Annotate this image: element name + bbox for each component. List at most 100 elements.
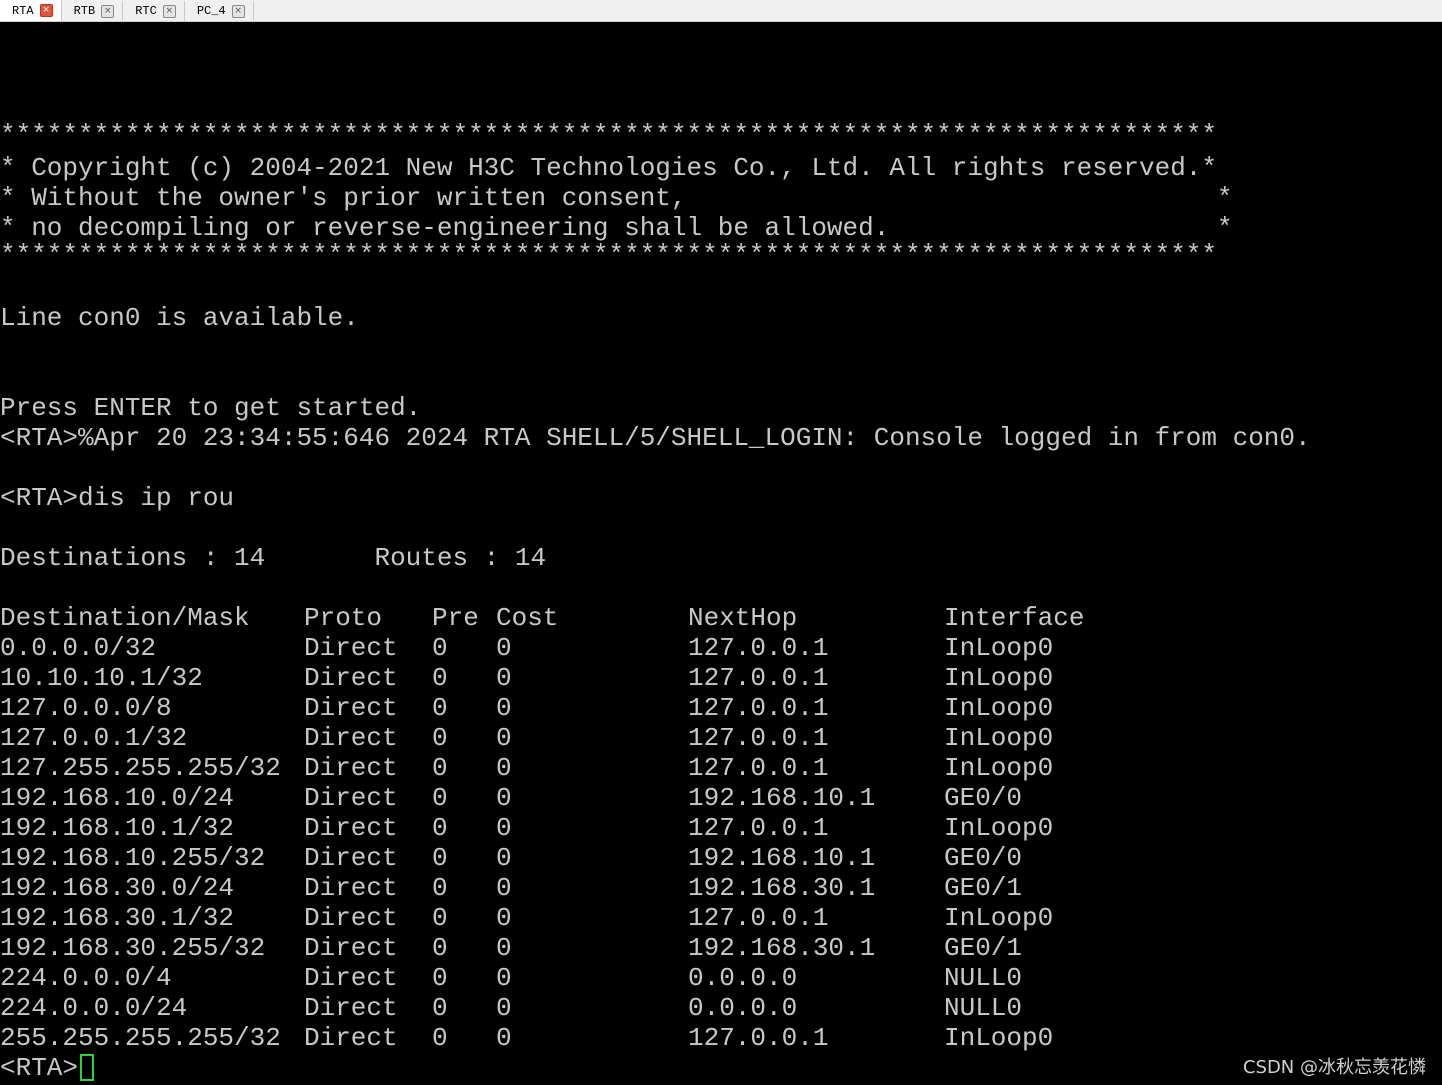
route-cell-cost: 0 bbox=[496, 813, 512, 843]
route-cell-interface: GE0/1 bbox=[944, 873, 1023, 903]
route-cell-pre: 0 bbox=[432, 993, 448, 1023]
route-cell-proto: Direct bbox=[304, 633, 398, 663]
route-cell-proto: Direct bbox=[304, 843, 398, 873]
close-icon[interactable]: × bbox=[162, 4, 176, 18]
route-cell-nexthop: 127.0.0.1 bbox=[688, 723, 829, 753]
route-cell-nexthop: 0.0.0.0 bbox=[688, 993, 798, 1023]
route-cell-cost: 0 bbox=[496, 993, 512, 1023]
banner-border-top: ****************************************… bbox=[0, 120, 1217, 150]
route-cell-nexthop: 192.168.10.1 bbox=[688, 783, 876, 813]
banner-line-consent: * Without the owner's prior written cons… bbox=[0, 183, 1233, 213]
command-line: <RTA>dis ip rou bbox=[0, 483, 235, 513]
route-cell-pre: 0 bbox=[432, 783, 448, 813]
route-cell-destination: 127.0.0.0/8 bbox=[0, 693, 172, 723]
close-icon[interactable]: × bbox=[231, 4, 245, 18]
route-cell-destination: 192.168.10.0/24 bbox=[0, 783, 235, 813]
route-summary: Destinations : 14 Routes : 14 bbox=[0, 543, 547, 573]
route-cell-nexthop: 0.0.0.0 bbox=[688, 963, 798, 993]
watermark: CSDN @冰秋忘羡花憐 bbox=[1242, 1057, 1426, 1078]
route-cell-pre: 0 bbox=[432, 753, 448, 783]
route-cell-interface: NULL0 bbox=[944, 993, 1023, 1023]
route-cell-pre: 0 bbox=[432, 873, 448, 903]
route-cell-cost: 0 bbox=[496, 873, 512, 903]
route-cell-nexthop: 192.168.30.1 bbox=[688, 933, 876, 963]
route-cell-cost: 0 bbox=[496, 1023, 512, 1053]
route-cell-nexthop: 127.0.0.1 bbox=[688, 753, 829, 783]
route-cell-proto: Direct bbox=[304, 783, 398, 813]
route-cell-interface: InLoop0 bbox=[944, 903, 1054, 933]
route-cell-cost: 0 bbox=[496, 843, 512, 873]
route-cell-cost: 0 bbox=[496, 693, 512, 723]
login-log-message: <RTA>%Apr 20 23:34:55:646 2024 RTA SHELL… bbox=[0, 423, 1311, 453]
route-cell-destination: 255.255.255.255/32 bbox=[0, 1023, 281, 1053]
route-cell-proto: Direct bbox=[304, 963, 398, 993]
route-cell-proto: Direct bbox=[304, 813, 398, 843]
line-available: Line con0 is available. bbox=[0, 303, 359, 333]
header-nexthop: NextHop bbox=[688, 603, 798, 633]
route-cell-proto: Direct bbox=[304, 873, 398, 903]
cli-prompt: <RTA> bbox=[0, 1053, 79, 1083]
route-cell-proto: Direct bbox=[304, 693, 398, 723]
route-cell-cost: 0 bbox=[496, 933, 512, 963]
route-cell-destination: 192.168.30.0/24 bbox=[0, 873, 235, 903]
tab-label: PC_4 bbox=[196, 4, 226, 18]
route-cell-nexthop: 127.0.0.1 bbox=[688, 903, 829, 933]
route-cell-destination: 192.168.30.1/32 bbox=[0, 903, 235, 933]
route-cell-pre: 0 bbox=[432, 723, 448, 753]
tab-bar: RTA × RTB × RTC × PC_4 × bbox=[0, 0, 1442, 22]
route-cell-pre: 0 bbox=[432, 813, 448, 843]
text-cursor[interactable] bbox=[80, 1054, 94, 1081]
route-cell-pre: 0 bbox=[432, 1023, 448, 1053]
close-icon[interactable]: × bbox=[39, 4, 53, 17]
route-cell-proto: Direct bbox=[304, 723, 398, 753]
tab-rtc[interactable]: RTC × bbox=[123, 1, 185, 21]
route-cell-interface: InLoop0 bbox=[944, 1023, 1054, 1053]
terminal-console[interactable]: ****************************************… bbox=[0, 22, 1442, 1085]
route-cell-proto: Direct bbox=[304, 663, 398, 693]
route-cell-interface: GE0/0 bbox=[944, 783, 1023, 813]
banner-line-decompile: * no decompiling or reverse-engineering … bbox=[0, 213, 1233, 243]
tab-label: RTB bbox=[73, 4, 96, 18]
route-cell-cost: 0 bbox=[496, 963, 512, 993]
press-enter-text: Press ENTER to get started. bbox=[0, 393, 422, 423]
route-cell-nexthop: 127.0.0.1 bbox=[688, 1023, 829, 1053]
route-cell-destination: 10.10.10.1/32 bbox=[0, 663, 203, 693]
route-cell-nexthop: 127.0.0.1 bbox=[688, 633, 829, 663]
route-cell-cost: 0 bbox=[496, 723, 512, 753]
route-cell-destination: 224.0.0.0/24 bbox=[0, 993, 188, 1023]
tab-rta[interactable]: RTA × bbox=[0, 0, 62, 21]
route-cell-pre: 0 bbox=[432, 963, 448, 993]
route-cell-pre: 0 bbox=[432, 843, 448, 873]
route-cell-interface: NULL0 bbox=[944, 963, 1023, 993]
route-cell-pre: 0 bbox=[432, 633, 448, 663]
header-interface: Interface bbox=[944, 603, 1085, 633]
tab-rtb[interactable]: RTB × bbox=[62, 1, 124, 21]
route-cell-cost: 0 bbox=[496, 663, 512, 693]
route-cell-interface: GE0/0 bbox=[944, 843, 1023, 873]
route-cell-nexthop: 127.0.0.1 bbox=[688, 813, 829, 843]
route-cell-interface: InLoop0 bbox=[944, 723, 1054, 753]
route-cell-pre: 0 bbox=[432, 693, 448, 723]
header-destination: Destination/Mask bbox=[0, 603, 250, 633]
tab-label: RTC bbox=[135, 4, 157, 18]
route-cell-destination: 192.168.30.255/32 bbox=[0, 933, 266, 963]
route-cell-pre: 0 bbox=[432, 663, 448, 693]
route-cell-destination: 192.168.10.1/32 bbox=[0, 813, 235, 843]
tab-pc-4[interactable]: PC_4 × bbox=[185, 1, 254, 21]
tab-label: RTA bbox=[12, 3, 34, 18]
route-cell-pre: 0 bbox=[432, 903, 448, 933]
route-cell-interface: InLoop0 bbox=[944, 633, 1054, 663]
route-cell-cost: 0 bbox=[496, 633, 512, 663]
route-cell-proto: Direct bbox=[304, 933, 398, 963]
route-cell-interface: InLoop0 bbox=[944, 693, 1054, 723]
route-cell-pre: 0 bbox=[432, 933, 448, 963]
route-cell-proto: Direct bbox=[304, 1023, 398, 1053]
route-cell-interface: GE0/1 bbox=[944, 933, 1023, 963]
route-cell-interface: InLoop0 bbox=[944, 663, 1054, 693]
close-icon[interactable]: × bbox=[101, 4, 115, 18]
route-cell-interface: InLoop0 bbox=[944, 813, 1054, 843]
banner-line-copyright: * Copyright (c) 2004-2021 New H3C Techno… bbox=[0, 153, 1217, 183]
route-cell-interface: InLoop0 bbox=[944, 753, 1054, 783]
route-cell-destination: 127.0.0.1/32 bbox=[0, 723, 188, 753]
route-cell-proto: Direct bbox=[304, 993, 398, 1023]
